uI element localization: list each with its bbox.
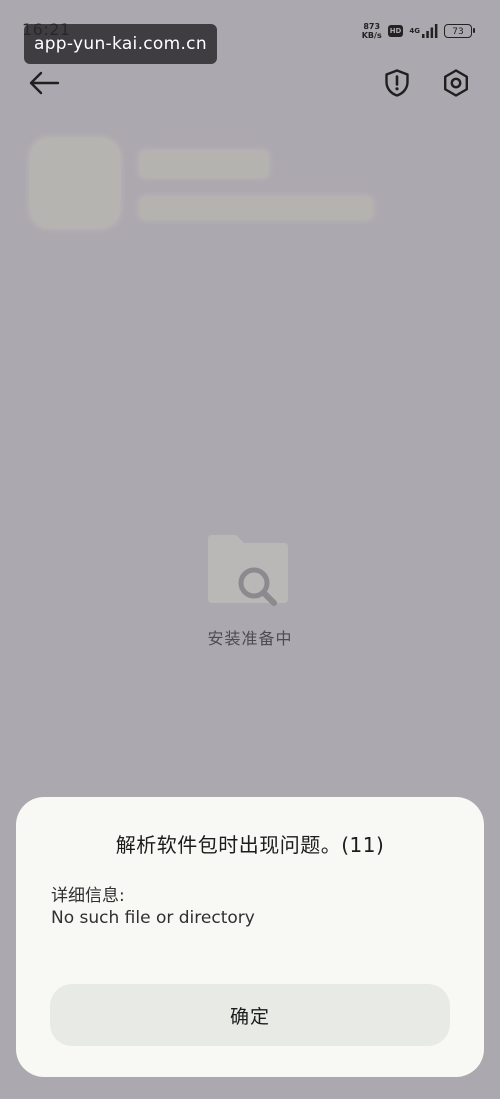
app-name-placeholder [140,151,268,177]
folder-search-icon [208,535,288,606]
arrow-left-icon [29,71,60,95]
detail-label: 详细信息: [51,886,125,906]
url-toast-text: app-yun-kai.com.cn [34,34,207,54]
battery-icon: 73 [444,24,475,38]
security-button[interactable] [382,68,412,98]
detail-message: No such file or directory [51,908,255,928]
status-icons: 873 KB/s HD 4G 73 [362,20,475,42]
signal-strength-icon [422,24,438,38]
app-info-placeholder [140,197,372,219]
network-speed-unit: KB/s [361,31,382,40]
battery-level: 73 [452,27,464,37]
hd-badge: HD [387,25,404,37]
dialog-title: 解析软件包时出现问题。(11) [115,833,385,857]
shield-exclamation-icon [385,69,409,97]
app-icon-placeholder [30,138,120,228]
back-button[interactable] [28,68,62,98]
gear-icon [444,69,468,97]
confirm-button[interactable]: 确定 [50,984,450,1046]
settings-button[interactable] [441,68,471,98]
network-speed: 873 KB/s [362,22,382,40]
install-status-text: 安装准备中 [207,629,293,648]
url-toast: app-yun-kai.com.cn [24,24,217,64]
network-speed-value: 873 [363,22,381,31]
parse-error-dialog: 解析软件包时出现问题。(11) 详细信息: No such file or di… [16,797,484,1077]
installer-screen: 16:21 873 KB/s HD 4G 73 app-yun-kai.com.… [0,0,500,1099]
network-type-label: 4G [409,27,420,35]
